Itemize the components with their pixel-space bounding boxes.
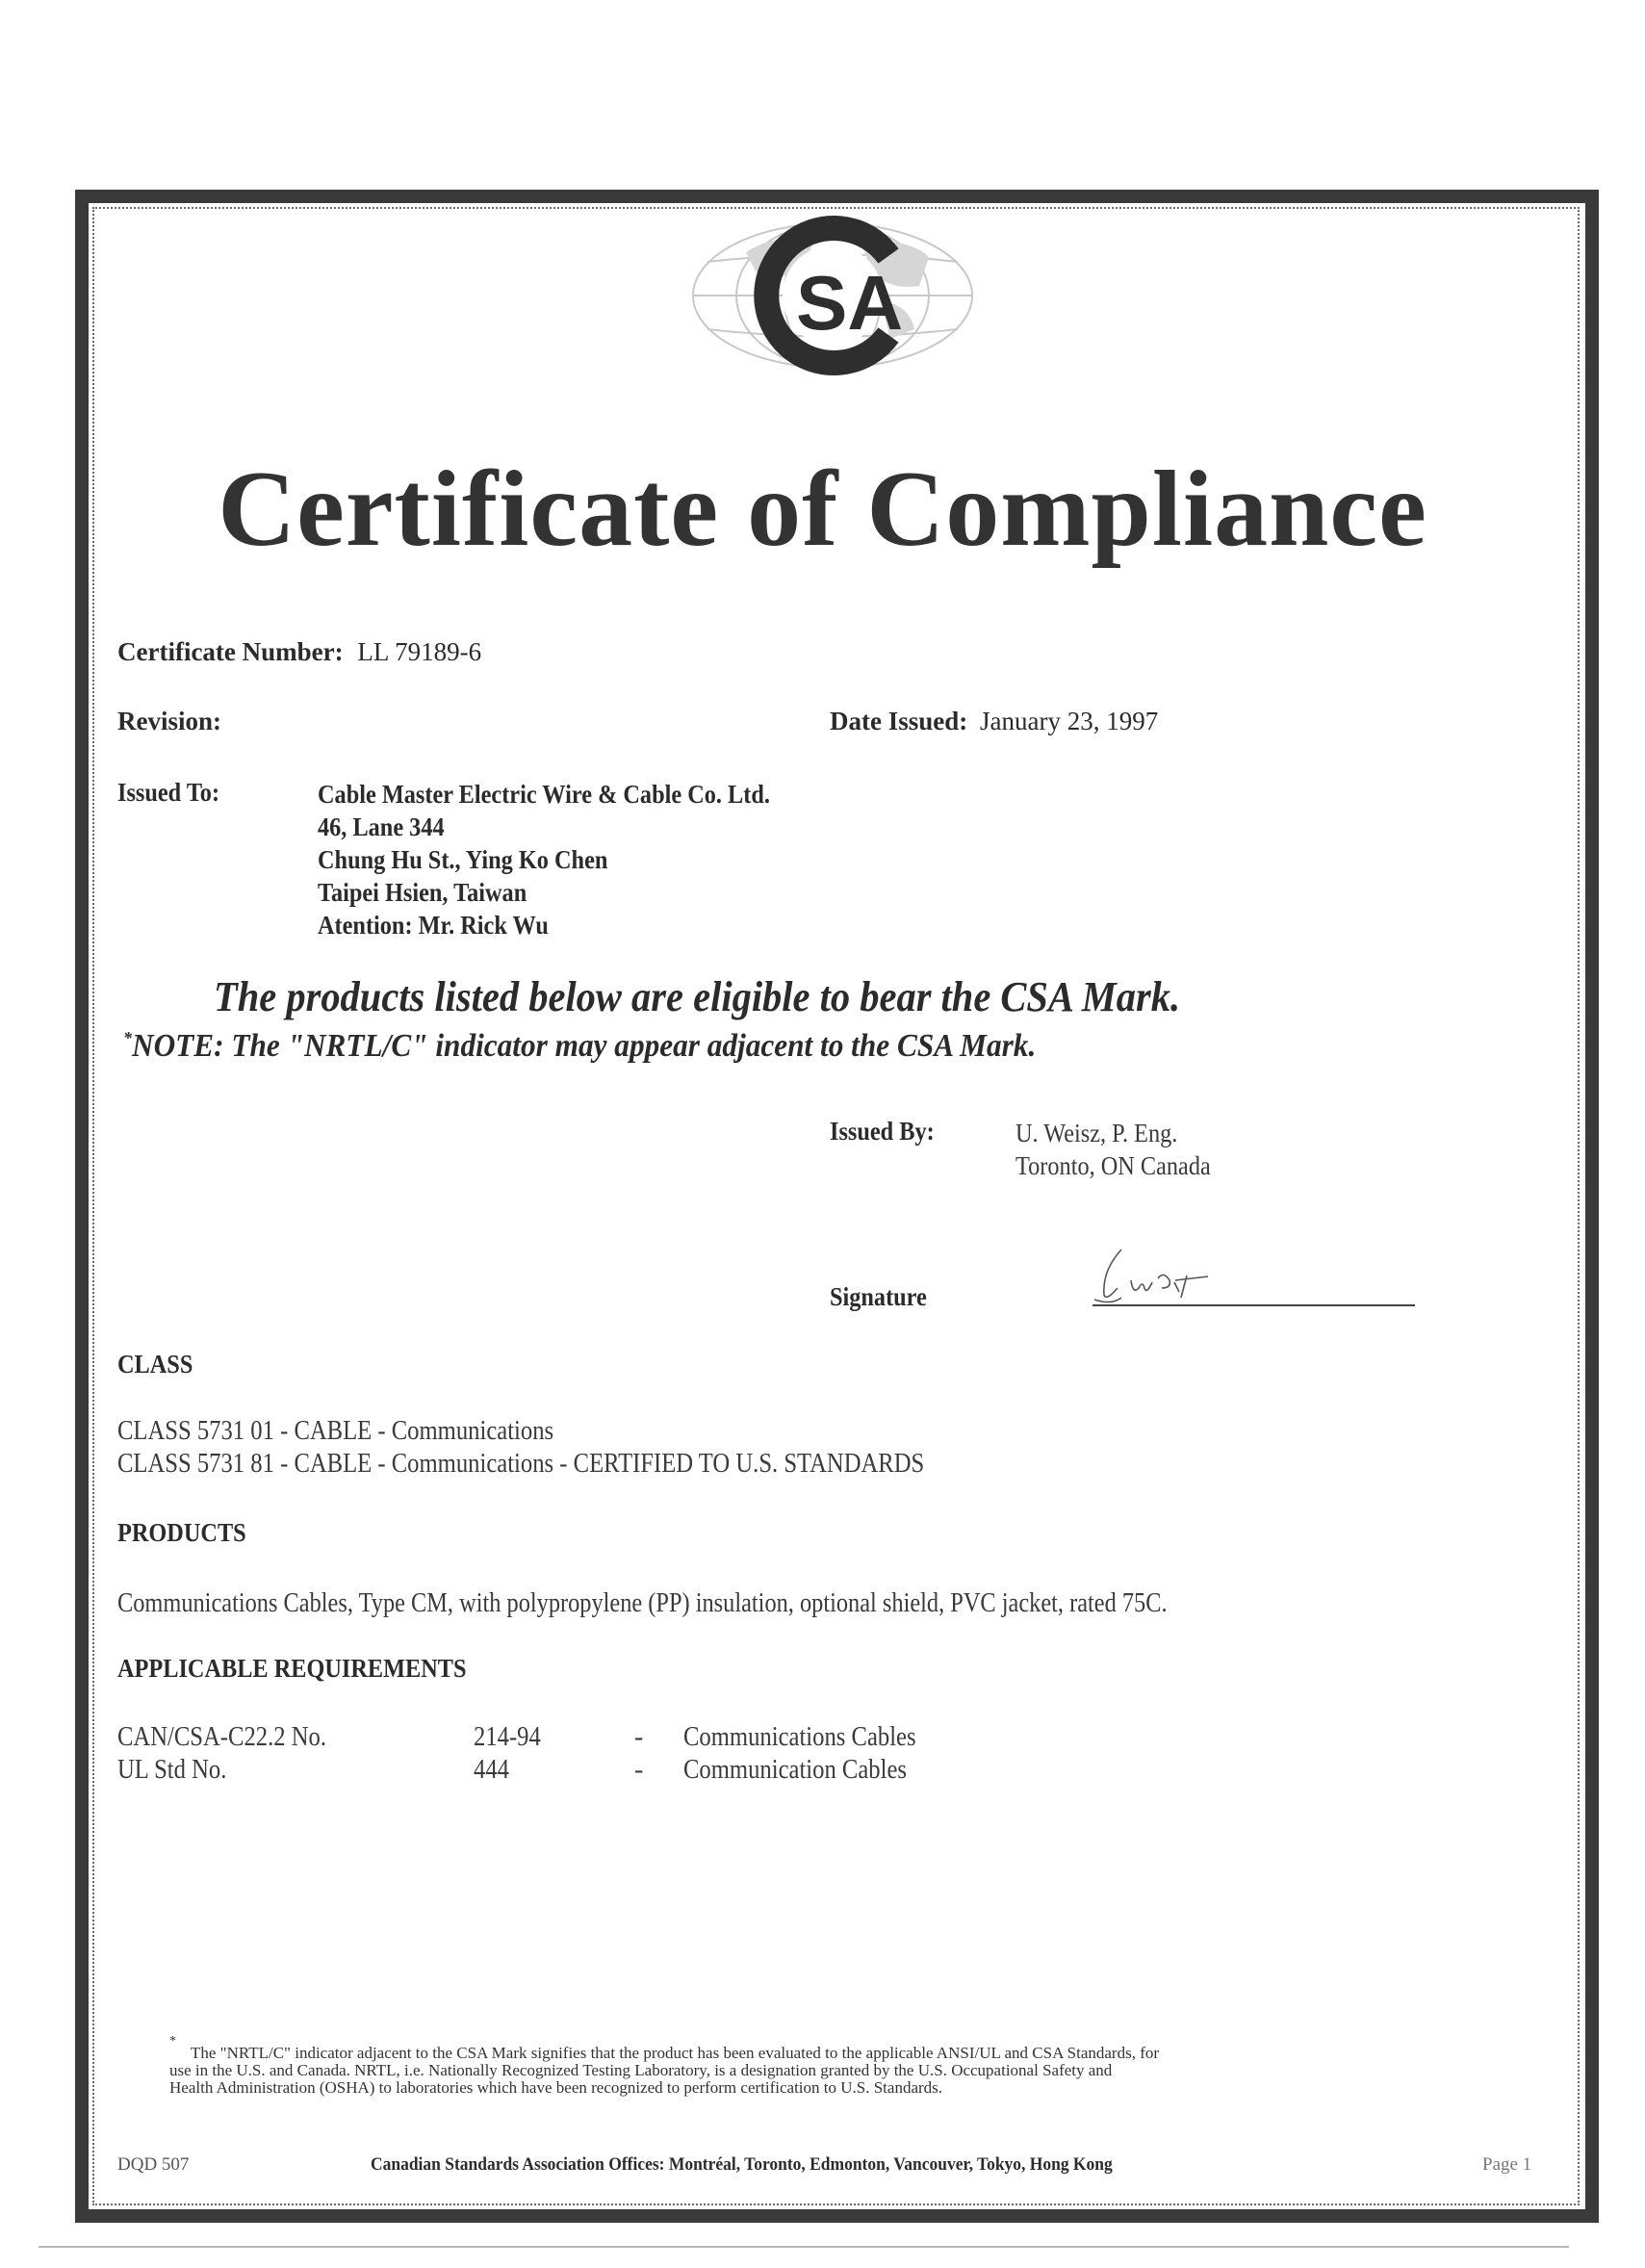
certificate-number-row: Certificate Number: LL 79189-6: [117, 637, 481, 667]
date-issued-value: January 23, 1997: [980, 707, 1159, 735]
footnote-line: The "NRTL/C" indicator adjacent to the C…: [191, 2044, 1160, 2062]
requirements-heading: APPLICABLE REQUIREMENTS: [117, 1654, 467, 1683]
certificate-number-label: Certificate Number:: [117, 637, 344, 666]
requirement-number: 444: [474, 1755, 509, 1785]
recipient-attention: Atention: Mr. Rick Wu: [318, 911, 549, 940]
date-issued-label: Date Issued:: [830, 707, 968, 735]
signature-label: Signature: [830, 1282, 927, 1311]
csa-logo-letters: SA: [796, 260, 903, 346]
requirement-standard: UL Std No.: [117, 1755, 227, 1785]
nrtl-note: *NOTE: The "NRTL/C" indicator may appear…: [123, 1028, 1037, 1064]
products-heading: PRODUCTS: [117, 1518, 246, 1547]
csa-offices: Canadian Standards Association Offices: …: [371, 2154, 1113, 2175]
requirement-number: 214-94: [474, 1722, 541, 1752]
csa-globe-logo-icon: SA: [692, 216, 973, 375]
page-title: Certificate of Compliance: [218, 450, 1427, 569]
revision-label: Revision:: [117, 707, 221, 735]
class-list: CLASS 5731 01 - CABLE - Communications C…: [117, 1415, 1035, 1481]
nrtl-footnote: * The "NRTL/C" indicator adjacent to the…: [169, 2034, 1546, 2097]
recipient-company: Cable Master Electric Wire & Cable Co. L…: [318, 780, 770, 809]
note-asterisk: *: [123, 1028, 132, 1047]
date-issued-row: Date Issued: January 23, 1997: [830, 707, 1158, 736]
requirement-dash: -: [634, 1755, 644, 1785]
requirement-title: Communications Cables: [683, 1722, 916, 1752]
issued-by-block: U. Weisz, P. Eng. Toronto, ON Canada: [1015, 1117, 1232, 1182]
issued-by-label: Issued By:: [830, 1117, 935, 1146]
page-bottom-rule: [39, 2246, 1569, 2248]
products-description: Communications Cables, Type CM, with pol…: [117, 1588, 1168, 1618]
issued-to-address: Cable Master Electric Wire & Cable Co. L…: [318, 778, 820, 941]
footnote-line: use in the U.S. and Canada. NRTL, i.e. N…: [169, 2061, 1113, 2079]
footnote-asterisk: *: [169, 2034, 176, 2049]
eligibility-statement: The products listed below are eligible t…: [214, 973, 1181, 1020]
certificate-number-value: LL 79189-6: [357, 637, 482, 666]
requirement-dash: -: [634, 1722, 644, 1752]
requirement-standard: CAN/CSA-C22.2 No.: [117, 1722, 327, 1752]
page-number: Page 1: [1482, 2154, 1532, 2175]
class-heading: CLASS: [117, 1350, 193, 1379]
issuer-location: Toronto, ON Canada: [1015, 1151, 1211, 1180]
issued-to-label: Issued To:: [117, 778, 220, 807]
class-item: CLASS 5731 01 - CABLE - Communications: [117, 1416, 554, 1446]
recipient-address-line: 46, Lane 344: [318, 812, 445, 841]
requirement-title: Communication Cables: [683, 1755, 908, 1785]
footnote-line: Health Administration (OSHA) to laborato…: [169, 2078, 943, 2097]
signature-scrawl-icon: [1093, 1249, 1209, 1303]
recipient-address-line: Taipei Hsien, Taiwan: [318, 878, 527, 907]
form-code: DQD 507: [117, 2154, 190, 2175]
signature-line: [1092, 1304, 1415, 1306]
class-item: CLASS 5731 81 - CABLE - Communications -…: [117, 1449, 925, 1479]
recipient-address-line: Chung Hu St., Ying Ko Chen: [318, 845, 608, 874]
issuer-name: U. Weisz, P. Eng.: [1015, 1119, 1178, 1147]
